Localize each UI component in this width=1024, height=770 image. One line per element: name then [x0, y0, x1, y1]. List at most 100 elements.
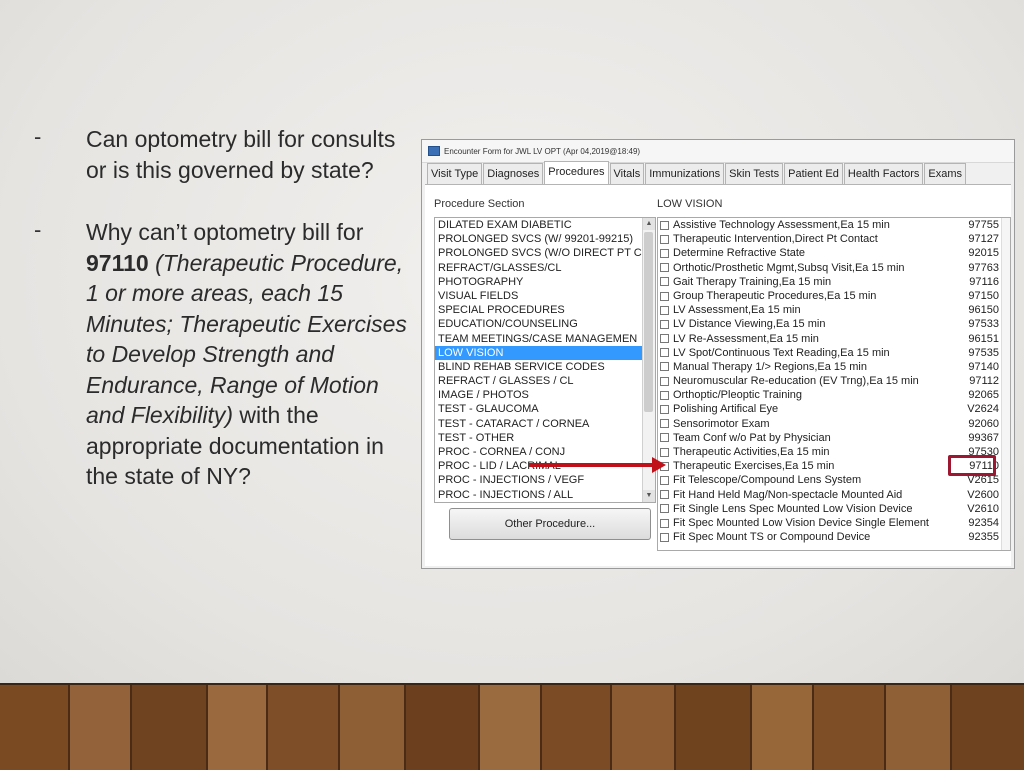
procedure-row[interactable]: LV Distance Viewing,Ea 15 min 97533 — [658, 317, 1010, 331]
procedure-checkbox[interactable] — [660, 390, 669, 400]
section-list-item[interactable]: PROC - INJECTIONS / VEGF — [435, 473, 655, 487]
procedure-name: Therapeutic Intervention,Direct Pt Conta… — [673, 233, 878, 246]
tab-immunizations[interactable]: Immunizations — [645, 163, 725, 186]
window-titlebar: Encounter Form for JWL LV OPT (Apr 04,20… — [422, 140, 1014, 163]
section-list-item[interactable]: TEST - CATARACT / CORNEA — [435, 417, 655, 431]
procedure-checkbox[interactable] — [660, 504, 669, 514]
procedure-checkbox[interactable] — [660, 433, 669, 443]
procedure-row[interactable]: Team Conf w/o Pat by Physician 99367 — [658, 431, 1010, 445]
section-list-item[interactable]: REFRACT / GLASSES / CL — [435, 374, 655, 388]
procedure-name: Gait Therapy Training,Ea 15 min — [673, 275, 832, 288]
procedure-row[interactable]: Neuromuscular Re-education (EV Trng),Ea … — [658, 374, 1010, 388]
scroll-up-icon[interactable]: ▲ — [643, 218, 655, 230]
annotation-arrow-head-icon — [652, 457, 666, 473]
procedure-row[interactable]: Therapeutic Intervention,Direct Pt Conta… — [658, 232, 1010, 246]
tab-diagnoses[interactable]: Diagnoses — [483, 163, 544, 186]
tab-exams[interactable]: Exams — [924, 163, 967, 186]
procedure-row[interactable]: Polishing Artifical Eye V2624 — [658, 402, 1010, 416]
low-vision-procedure-list[interactable]: Assistive Technology Assessment,Ea 15 mi… — [657, 217, 1011, 551]
procedure-row[interactable]: Fit Spec Mount TS or Compound Device 9235… — [658, 530, 1010, 544]
tab-skin-tests[interactable]: Skin Tests — [725, 163, 784, 186]
scroll-down-icon[interactable]: ▼ — [643, 490, 655, 502]
procedure-row[interactable]: Orthotic/Prosthetic Mgmt,Subsq Visit,Ea … — [658, 261, 1010, 275]
procedure-row[interactable]: Sensorimotor Exam 92060 — [658, 417, 1010, 431]
procedure-checkbox[interactable] — [660, 220, 669, 230]
section-list-item[interactable]: IMAGE / PHOTOS — [435, 388, 655, 402]
section-list-item[interactable]: DILATED EXAM DIABETIC — [435, 218, 655, 232]
procedure-row[interactable]: Determine Refractive State 92015 — [658, 246, 1010, 260]
section-list-item[interactable]: VISUAL FIELDS — [435, 289, 655, 303]
bullet-consults-question: - Can optometry bill for consults or is … — [34, 124, 414, 185]
section-list-item[interactable]: PHOTOGRAPHY — [435, 275, 655, 289]
annotation-highlight-box — [948, 455, 996, 476]
procedure-checkbox[interactable] — [660, 518, 669, 528]
section-list-item[interactable]: PROC - CORNEA / CONJ — [435, 445, 655, 459]
section-list-item[interactable]: PROLONGED SVCS (W/ 99201-99215) — [435, 232, 655, 246]
procedure-checkbox[interactable] — [660, 334, 669, 344]
procedure-checkbox[interactable] — [660, 348, 669, 358]
procedure-checkbox[interactable] — [660, 419, 669, 429]
procedure-checkbox[interactable] — [660, 475, 669, 485]
scroll-thumb[interactable] — [644, 232, 653, 412]
section-list-item[interactable]: BLIND REHAB SERVICE CODES — [435, 360, 655, 374]
procedure-row[interactable]: LV Re-Assessment,Ea 15 min 96151 — [658, 332, 1010, 346]
procedure-row[interactable]: Group Therapeutic Procedures,Ea 15 min 97… — [658, 289, 1010, 303]
procedure-checkbox[interactable] — [660, 234, 669, 244]
section-list-item[interactable]: SPECIAL PROCEDURES — [435, 303, 655, 317]
procedure-name: Team Conf w/o Pat by Physician — [673, 431, 831, 444]
procedure-checkbox[interactable] — [660, 362, 669, 372]
section-list-item[interactable]: PROLONGED SVCS (W/O DIRECT PT C — [435, 246, 655, 260]
procedure-checkbox[interactable] — [660, 532, 669, 542]
procedure-name: Sensorimotor Exam — [673, 417, 770, 430]
procedure-row[interactable]: Gait Therapy Training,Ea 15 min 97116 — [658, 275, 1010, 289]
procedure-row[interactable]: LV Spot/Continuous Text Reading,Ea 15 mi… — [658, 346, 1010, 360]
procedure-checkbox[interactable] — [660, 291, 669, 301]
procedure-list-scrollbar[interactable] — [1001, 218, 1010, 550]
low-vision-label: LOW VISION — [657, 198, 723, 210]
tab-patient-ed[interactable]: Patient Ed — [784, 163, 843, 186]
procedure-row[interactable]: Fit Hand Held Mag/Non-spectacle Mounted … — [658, 488, 1010, 502]
procedure-name: Assistive Technology Assessment,Ea 15 mi… — [673, 219, 890, 231]
procedure-name: Orthoptic/Pleoptic Training — [673, 389, 803, 402]
procedure-row[interactable]: Manual Therapy 1/> Regions,Ea 15 min 9714… — [658, 360, 1010, 374]
section-list-item[interactable]: REFRACT/GLASSES/CL — [435, 261, 655, 275]
procedure-checkbox[interactable] — [660, 319, 669, 329]
question-bullets: - Can optometry bill for consults or is … — [34, 124, 414, 524]
procedure-name: Neuromuscular Re-education (EV Trng),Ea … — [673, 375, 919, 388]
section-list-item[interactable]: PROC - INJECTIONS / ALL — [435, 488, 655, 502]
procedure-row[interactable]: LV Assessment,Ea 15 min 96150 — [658, 303, 1010, 317]
section-list-item[interactable]: LOW VISION — [435, 345, 655, 360]
procedure-row[interactable]: Fit Single Lens Spec Mounted Low Vision … — [658, 502, 1010, 516]
procedure-code: V2624 — [967, 403, 999, 416]
section-list-item[interactable]: EDUCATION/COUNSELING — [435, 317, 655, 331]
section-list-item[interactable]: TEST - GLAUCOMA — [435, 402, 655, 416]
section-list-item[interactable]: TEST - OTHER — [435, 431, 655, 445]
procedure-checkbox[interactable] — [660, 277, 669, 287]
bullet-dash: - — [34, 217, 42, 242]
procedure-checkbox[interactable] — [660, 248, 669, 258]
tab-health-factors[interactable]: Health Factors — [843, 163, 924, 186]
procedure-code: 92060 — [968, 417, 999, 430]
procedure-checkbox[interactable] — [660, 376, 669, 386]
procedure-row[interactable]: Orthoptic/Pleoptic Training 92065 — [658, 388, 1010, 402]
other-procedure-button[interactable]: Other Procedure... — [449, 508, 651, 540]
tab-visit-type[interactable]: Visit Type — [427, 163, 483, 186]
procedure-section-list[interactable]: DILATED EXAM DIABETIC PROLONGED SVCS (W/ … — [434, 217, 656, 503]
procedure-checkbox[interactable] — [660, 305, 669, 315]
procedure-row[interactable]: Fit Spec Mounted Low Vision Device Singl… — [658, 516, 1010, 530]
procedure-checkbox[interactable] — [660, 405, 669, 415]
bullet-dash: - — [34, 124, 42, 149]
tab-vitals[interactable]: Vitals — [609, 163, 645, 186]
procedure-name: Polishing Artifical Eye — [673, 403, 779, 416]
app-icon — [428, 146, 440, 156]
procedure-checkbox[interactable] — [660, 447, 669, 457]
section-list-item[interactable]: TEAM MEETINGS/CASE MANAGEMEN — [435, 332, 655, 346]
procedure-code: V2610 — [967, 502, 999, 515]
procedure-code: 97112 — [969, 375, 999, 388]
procedure-checkbox[interactable] — [660, 490, 669, 500]
procedure-row[interactable]: Assistive Technology Assessment,Ea 15 mi… — [658, 218, 1010, 232]
tab-procedures[interactable]: Procedures — [544, 161, 609, 184]
procedure-code: 97763 — [968, 261, 999, 274]
procedure-name: LV Re-Assessment,Ea 15 min — [673, 332, 819, 345]
procedure-checkbox[interactable] — [660, 263, 669, 273]
